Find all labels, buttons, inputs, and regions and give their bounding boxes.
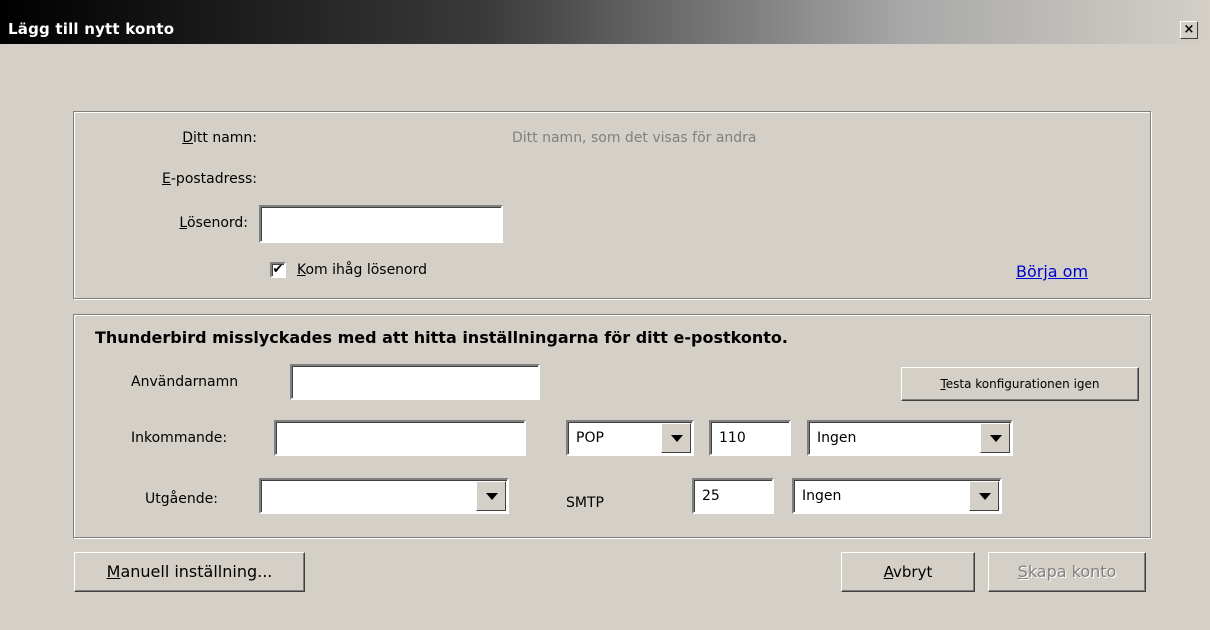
remember-password-label[interactable]: Kom ihåg lösenord <box>297 262 427 278</box>
checkmark-icon: ✔ <box>272 262 284 277</box>
close-icon[interactable]: × <box>1180 21 1198 39</box>
outgoing-server-select[interactable] <box>259 478 509 514</box>
retest-button-rest: esta konfigurationen igen <box>945 377 1100 391</box>
name-label: Ditt namn: <box>182 130 257 146</box>
password-label-rest: ösenord: <box>186 215 248 231</box>
cancel-button[interactable]: Avbryt <box>841 552 975 592</box>
incoming-server-field[interactable] <box>274 420 526 456</box>
outgoing-protocol-label: SMTP <box>566 495 604 511</box>
incoming-protocol-select[interactable]: POP <box>566 420 694 456</box>
outgoing-security-value: Ingen <box>802 488 842 504</box>
email-label: E-postadress: <box>162 171 257 187</box>
dropdown-arrow-icon[interactable] <box>969 481 999 511</box>
title-bar: Lägg till nytt konto × <box>0 0 1210 44</box>
manual-setup-button[interactable]: Manuell inställning... <box>74 552 305 592</box>
create-account-button[interactable]: Skapa konto <box>988 552 1146 592</box>
incoming-protocol-value: POP <box>576 430 604 446</box>
create-button-rest: kapa konto <box>1027 562 1117 581</box>
username-field[interactable] <box>290 364 540 400</box>
password-field[interactable] <box>259 205 503 243</box>
name-input-placeholder[interactable]: Ditt namn, som det visas för andra <box>512 130 757 146</box>
password-label: Lösenord: <box>179 215 248 231</box>
dropdown-arrow-icon[interactable] <box>980 423 1010 453</box>
restart-link[interactable]: Börja om <box>1016 262 1088 281</box>
retest-configuration-button[interactable]: Testa konfigurationen igen <box>901 367 1139 401</box>
outgoing-port-field[interactable]: 25 <box>692 478 774 514</box>
incoming-label: Inkommande: <box>131 430 228 446</box>
remember-password-label-rest: om ihåg lösenord <box>305 262 428 278</box>
email-label-rest: -postadress: <box>170 171 257 187</box>
remember-password-checkbox[interactable]: ✔ <box>270 262 286 278</box>
cancel-button-rest: vbryt <box>893 563 933 581</box>
incoming-security-value: Ingen <box>817 430 857 446</box>
dropdown-arrow-icon[interactable] <box>476 481 506 511</box>
incoming-port-field[interactable]: 110 <box>709 420 791 456</box>
incoming-security-select[interactable]: Ingen <box>807 420 1013 456</box>
outgoing-label: Utgående: <box>145 491 218 507</box>
failure-message: Thunderbird misslyckades med att hitta i… <box>95 328 788 347</box>
outgoing-security-select[interactable]: Ingen <box>792 478 1002 514</box>
incoming-port-value: 110 <box>719 430 746 446</box>
dropdown-arrow-icon[interactable] <box>661 423 691 453</box>
manual-button-rest: anuell inställning... <box>120 562 273 581</box>
outgoing-port-value: 25 <box>702 488 720 504</box>
username-label: Användarnamn <box>131 374 239 390</box>
window-title: Lägg till nytt konto <box>8 20 175 38</box>
name-label-rest: itt namn: <box>193 130 257 146</box>
